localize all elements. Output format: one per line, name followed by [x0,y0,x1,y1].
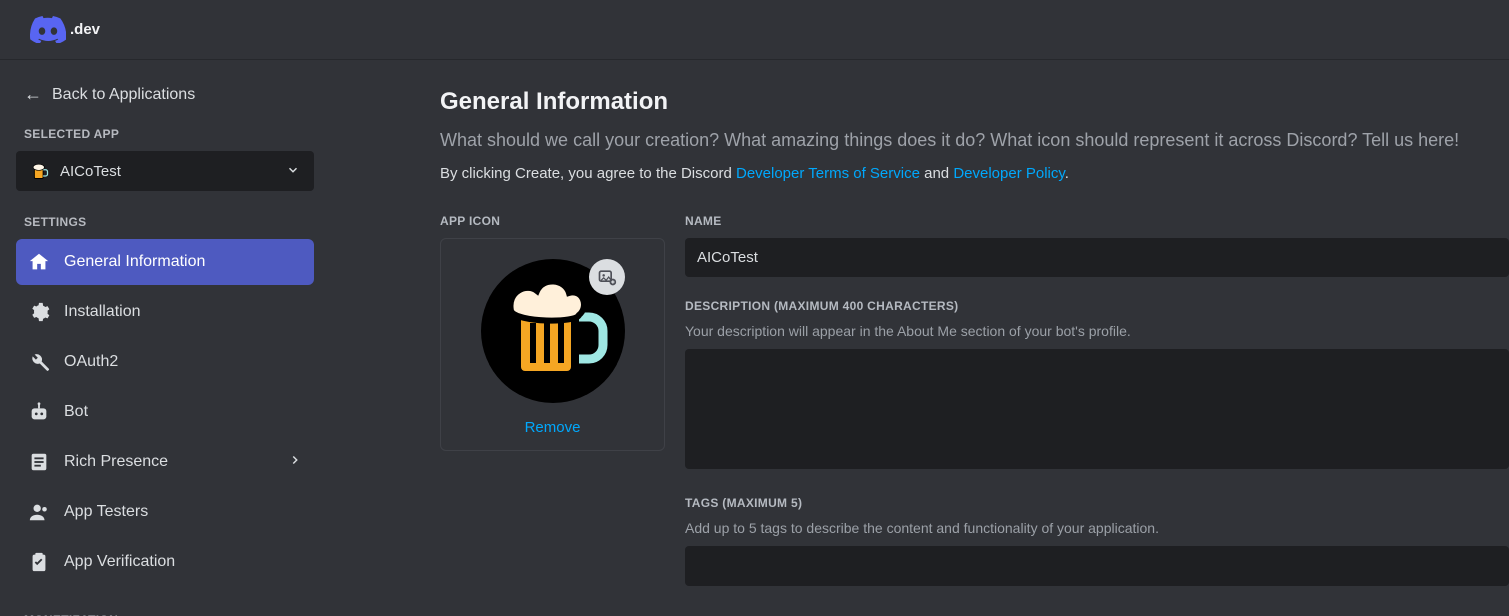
back-to-applications-link[interactable]: ← Back to Applications [16,80,314,109]
app-selector-dropdown[interactable]: AICoTest [16,151,314,191]
selected-app-heading: SELECTED APP [16,127,314,141]
beer-mug-icon [30,161,50,181]
nav-item-app-verification[interactable]: App Verification [16,539,314,585]
arrow-left-icon: ← [24,84,42,105]
nav-label: General Information [64,253,205,271]
wrench-icon [28,351,50,373]
upload-image-icon[interactable] [589,259,625,295]
user-group-icon [28,501,50,523]
nav-label: App Verification [64,553,175,571]
nav-label: Rich Presence [64,453,168,471]
back-label: Back to Applications [52,86,195,104]
nav-item-general-information[interactable]: General Information [16,239,314,285]
clipboard-icon [28,551,50,573]
name-input[interactable] [685,238,1509,277]
remove-icon-link[interactable]: Remove [525,419,581,436]
nav-item-app-testers[interactable]: App Testers [16,489,314,535]
chevron-down-icon [286,163,300,180]
settings-heading: SETTINGS [16,215,314,229]
tags-label: TAGS (MAXIMUM 5) [685,496,1509,510]
consent-text: By clicking Create, you agree to the Dis… [440,165,1509,182]
tags-help: Add up to 5 tags to describe the content… [685,520,1509,536]
logo-text: .dev [70,21,100,38]
discord-logo-icon [30,16,66,44]
app-icon-label: APP ICON [440,214,665,228]
app-icon-box: Remove [440,238,665,451]
app-icon-upload[interactable] [481,259,625,403]
nav-item-rich-presence[interactable]: Rich Presence [16,439,314,485]
nav-label: OAuth2 [64,353,118,371]
top-bar: .dev [0,0,1509,60]
name-label: NAME [685,214,1509,228]
developer-tos-link[interactable]: Developer Terms of Service [736,165,920,182]
nav-label: Bot [64,403,88,421]
nav-item-bot[interactable]: Bot [16,389,314,435]
description-label: DESCRIPTION (MAXIMUM 400 CHARACTERS) [685,299,1509,313]
nav-label: Installation [64,303,141,321]
nav-label: App Testers [64,503,148,521]
page-title: General Information [440,88,1509,116]
nav-item-oauth2[interactable]: OAuth2 [16,339,314,385]
gear-icon [28,301,50,323]
nav-item-installation[interactable]: Installation [16,289,314,335]
home-icon [28,251,50,273]
tags-input[interactable] [685,546,1509,586]
sidebar: ← Back to Applications SELECTED APP AICo… [0,60,330,616]
main-content: General Information What should we call … [330,60,1509,616]
description-input[interactable] [685,349,1509,469]
page-subtitle: What should we call your creation? What … [440,130,1509,151]
chevron-right-icon [288,453,302,472]
developer-policy-link[interactable]: Developer Policy [953,165,1064,182]
bot-icon [28,401,50,423]
document-icon [28,451,50,473]
selected-app-name: AICoTest [60,163,121,180]
logo[interactable]: .dev [30,16,100,44]
description-help: Your description will appear in the Abou… [685,323,1509,339]
